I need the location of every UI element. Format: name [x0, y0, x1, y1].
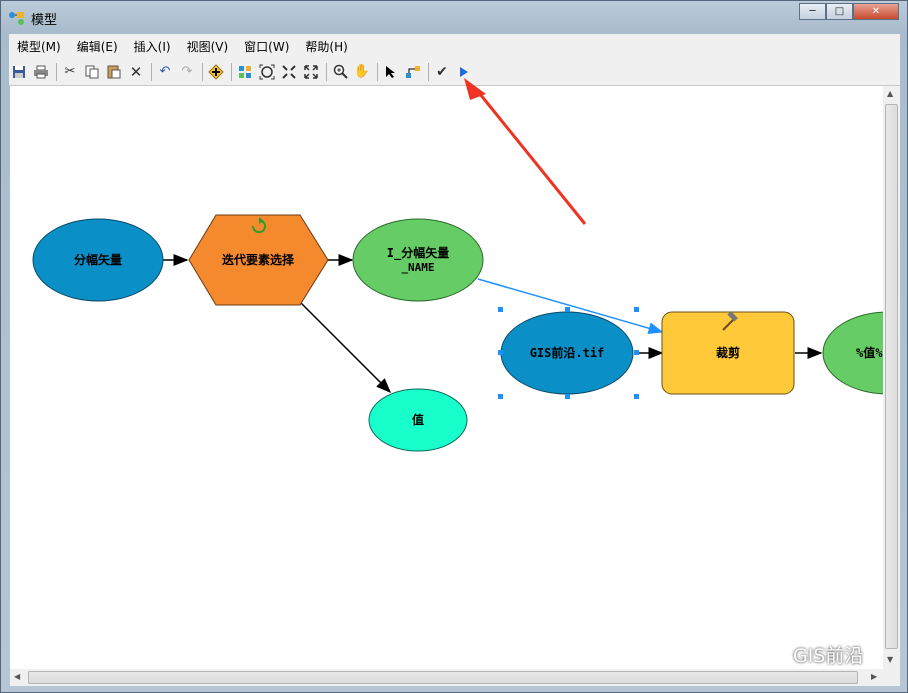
- model-canvas[interactable]: 分幅矢量 迭代要素选择 I_分幅矢量 _NAME 值 GIS前沿.tif 裁剪 …: [10, 86, 883, 669]
- node-label: 值: [412, 412, 424, 427]
- copy-icon[interactable]: [82, 62, 102, 82]
- node-label: 分幅矢量: [74, 252, 122, 267]
- window-controls: ─ □ ✕: [799, 3, 899, 21]
- connector-iterator-to-value[interactable]: [297, 299, 392, 394]
- node-label-line1: I_分幅矢量: [387, 245, 449, 261]
- menu-window[interactable]: 窗口(W): [236, 38, 297, 55]
- horizontal-scroll-thumb[interactable]: [28, 671, 858, 684]
- vertical-scrollbar[interactable]: ▲ ▼: [883, 86, 900, 669]
- window-title: 模型: [31, 13, 58, 28]
- horizontal-scrollbar[interactable]: ◀ ▶: [10, 669, 883, 686]
- menu-model[interactable]: 模型(M): [9, 38, 69, 55]
- toolbar-separator: [326, 62, 327, 81]
- zoom-in-icon[interactable]: [330, 62, 350, 82]
- node-label: GIS前沿.tif: [530, 345, 605, 360]
- node-output[interactable]: %值%: [822, 311, 883, 395]
- node-label: 裁剪: [716, 345, 740, 360]
- fixed-zoom-in-icon[interactable]: [279, 62, 299, 82]
- select-icon[interactable]: [381, 62, 401, 82]
- menu-help[interactable]: 帮助(H): [297, 38, 355, 55]
- node-label: %值%: [856, 345, 883, 360]
- print-icon[interactable]: [31, 62, 51, 82]
- toolbar-separator: [428, 62, 429, 81]
- validate-icon[interactable]: ✔: [432, 62, 452, 82]
- fixed-zoom-out-icon[interactable]: [301, 62, 321, 82]
- menu-edit[interactable]: 编辑(E): [69, 38, 126, 55]
- full-extent-icon[interactable]: [257, 62, 277, 82]
- delete-icon[interactable]: ✕: [126, 62, 146, 82]
- model-window: 模型 ─ □ ✕ 模型(M) 编辑(E) 插入(I) 视图(V) 窗口(W) 帮…: [0, 0, 908, 693]
- node-label-line2: _NAME: [401, 261, 434, 274]
- redo-icon[interactable]: ↷: [177, 62, 197, 82]
- resize-grip[interactable]: [883, 669, 900, 686]
- toolbar-separator: [202, 62, 203, 81]
- scroll-left-icon[interactable]: ◀: [14, 672, 20, 681]
- node-value[interactable]: 值: [368, 388, 468, 452]
- scroll-down-icon[interactable]: ▼: [887, 655, 893, 664]
- node-input-data[interactable]: 分幅矢量: [32, 218, 164, 302]
- auto-layout-icon[interactable]: [235, 62, 255, 82]
- toolbar-separator: [56, 62, 57, 81]
- undo-icon[interactable]: ↶: [155, 62, 175, 82]
- model-diagram: 分幅矢量 迭代要素选择 I_分幅矢量 _NAME 值 GIS前沿.tif 裁剪 …: [32, 93, 883, 452]
- maximize-button[interactable]: □: [826, 3, 853, 20]
- connect-icon[interactable]: [403, 62, 423, 82]
- node-derived-name[interactable]: I_分幅矢量 _NAME: [352, 218, 484, 302]
- watermark: GIS前沿: [761, 641, 863, 668]
- toolbar: ✂ ✕ ↶ ↷ ✋ ✔: [9, 58, 900, 86]
- model-builder-icon: [9, 10, 25, 25]
- annotation-arrowhead: [464, 78, 486, 100]
- toolbar-separator: [231, 62, 232, 81]
- wechat-icon: [761, 641, 787, 668]
- cut-icon[interactable]: ✂: [60, 62, 80, 82]
- toolbar-separator: [151, 62, 152, 81]
- menu-view[interactable]: 视图(V): [179, 38, 237, 55]
- node-raster-input[interactable]: GIS前沿.tif: [500, 311, 634, 395]
- save-icon[interactable]: [9, 62, 29, 82]
- toolbar-separator: [377, 62, 378, 81]
- watermark-text: GIS前沿: [793, 645, 864, 667]
- vertical-scroll-thumb[interactable]: [885, 104, 898, 649]
- node-label: 迭代要素选择: [222, 252, 295, 267]
- close-button[interactable]: ✕: [853, 3, 899, 20]
- add-data-icon[interactable]: [206, 62, 226, 82]
- pan-icon[interactable]: ✋: [352, 62, 372, 82]
- menu-bar: 模型(M) 编辑(E) 插入(I) 视图(V) 窗口(W) 帮助(H): [9, 34, 900, 58]
- minimize-button[interactable]: ─: [799, 3, 826, 20]
- scroll-right-icon[interactable]: ▶: [871, 672, 877, 681]
- scroll-up-icon[interactable]: ▲: [887, 89, 893, 98]
- menu-insert[interactable]: 插入(I): [126, 38, 179, 55]
- paste-icon[interactable]: [104, 62, 124, 82]
- title-bar[interactable]: 模型 ─ □ ✕: [1, 1, 907, 33]
- node-iterator[interactable]: 迭代要素选择: [188, 214, 329, 306]
